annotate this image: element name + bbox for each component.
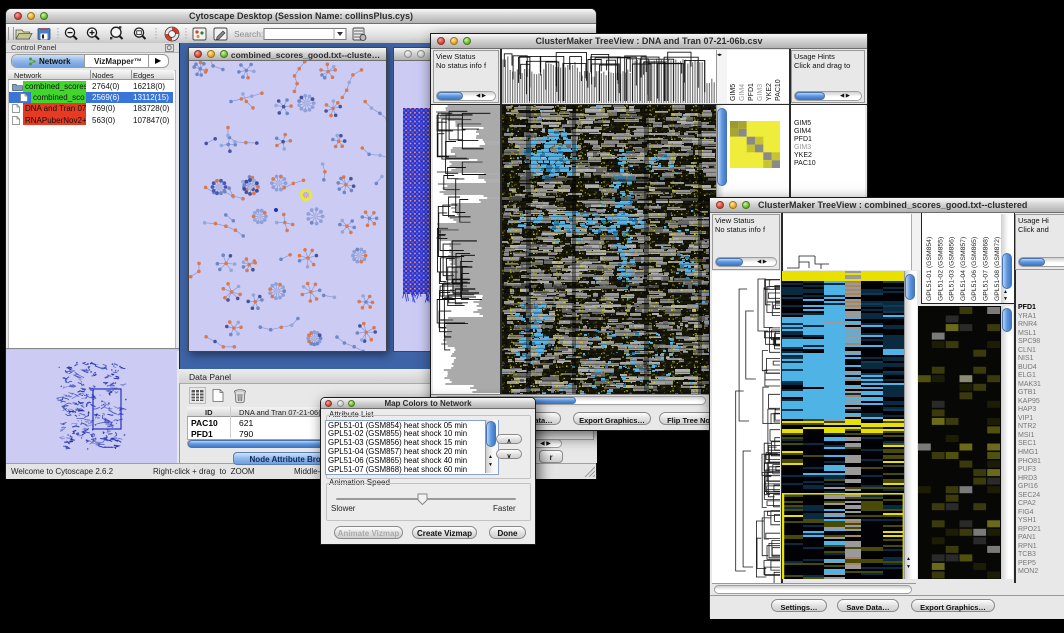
svg-text:PFD1: PFD1 <box>748 83 755 101</box>
svg-text:GPL51-06 (GSM865): GPL51-06 (GSM865) <box>971 237 978 301</box>
svg-text:Search:: Search: <box>234 29 263 39</box>
svg-text:GPL51-08 (GSM872): GPL51-08 (GSM872) <box>994 237 1001 301</box>
svg-text:GIM4: GIM4 <box>739 84 746 101</box>
svg-text:GPL51-03 (GSM856): GPL51-03 (GSM856) <box>949 237 956 301</box>
svg-text:GPL51-01 (GSM854): GPL51-01 (GSM854) <box>926 237 933 301</box>
svg-text:YKE2: YKE2 <box>766 83 773 101</box>
svg-text:PAC10: PAC10 <box>775 79 782 101</box>
svg-text:GIM5: GIM5 <box>730 84 737 101</box>
svg-text:GIM3: GIM3 <box>757 84 764 101</box>
svg-text:GPL51-04 (GSM857): GPL51-04 (GSM857) <box>960 237 967 301</box>
svg-text:GPL51-02 (GSM855): GPL51-02 (GSM855) <box>937 237 944 301</box>
svg-text:GPL51-07 (GSM868): GPL51-07 (GSM868) <box>983 237 990 301</box>
